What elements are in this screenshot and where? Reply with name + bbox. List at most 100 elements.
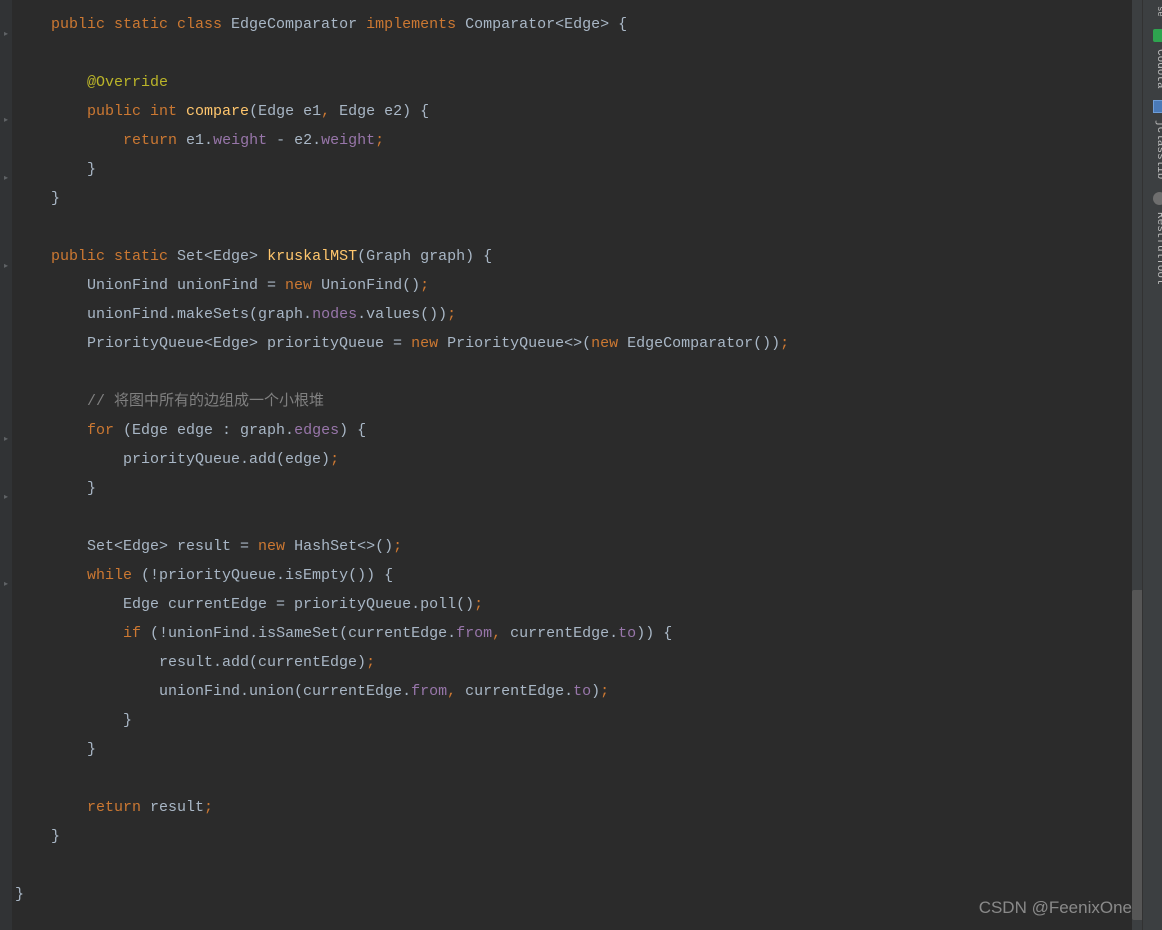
- code-token: ,: [492, 625, 510, 642]
- code-line[interactable]: [15, 764, 1130, 793]
- restfultool-label: RestfulTool: [1145, 212, 1162, 285]
- code-token: ;: [447, 306, 456, 323]
- code-token: result.add(currentEdge): [15, 654, 366, 671]
- jclasslib-icon: [1153, 100, 1162, 113]
- code-token: return: [123, 132, 186, 149]
- partial-label: se: [1145, 6, 1162, 17]
- code-token: EdgeComparator: [231, 16, 366, 33]
- code-line[interactable]: while (!priorityQueue.isEmpty()) {: [15, 561, 1130, 590]
- code-token: Edge currentEdge = priorityQueue.poll(): [15, 596, 474, 613]
- code-line[interactable]: result.add(currentEdge);: [15, 648, 1130, 677]
- code-line[interactable]: }: [15, 184, 1130, 213]
- code-token: weight: [213, 132, 276, 149]
- code-token: [15, 74, 87, 91]
- code-token: ;: [366, 654, 375, 671]
- code-token: while: [87, 567, 141, 584]
- sidebar-tab-restfultool[interactable]: RestfulTool: [1143, 186, 1162, 291]
- code-token: new: [591, 335, 627, 352]
- code-line[interactable]: }: [15, 706, 1130, 735]
- code-token: new: [411, 335, 447, 352]
- code-token: e1.: [186, 132, 213, 149]
- code-line[interactable]: }: [15, 155, 1130, 184]
- code-line[interactable]: // 将图中所有的边组成一个小根堆: [15, 387, 1130, 416]
- sidebar-tab-partial[interactable]: se: [1143, 0, 1162, 23]
- code-line[interactable]: }: [15, 735, 1130, 764]
- code-editor[interactable]: public static class EdgeComparator imple…: [0, 0, 1130, 930]
- code-token: [15, 799, 87, 816]
- code-token: (Edge edge : graph.: [123, 422, 294, 439]
- restfultool-icon: [1153, 192, 1162, 205]
- code-token: ): [591, 683, 600, 700]
- code-token: - e2.: [276, 132, 321, 149]
- code-token: }: [15, 886, 24, 903]
- right-tool-sidebar: se Codota jclasslib RestfulTool: [1142, 0, 1162, 930]
- code-line[interactable]: }: [15, 822, 1130, 851]
- code-token: ,: [447, 683, 465, 700]
- code-token: from: [456, 625, 492, 642]
- code-line[interactable]: priorityQueue.add(edge);: [15, 445, 1130, 474]
- code-token: ;: [330, 451, 339, 468]
- code-line[interactable]: unionFind.union(currentEdge.from, curren…: [15, 677, 1130, 706]
- code-token: nodes: [312, 306, 357, 323]
- code-line[interactable]: }: [15, 474, 1130, 503]
- code-token: ;: [375, 132, 384, 149]
- code-token: ;: [474, 596, 483, 613]
- code-token: UnionFind(): [321, 277, 420, 294]
- code-token: [15, 567, 87, 584]
- code-token: ;: [393, 538, 402, 555]
- code-token: [15, 393, 87, 410]
- code-token: EdgeComparator()): [627, 335, 780, 352]
- code-line[interactable]: public static class EdgeComparator imple…: [15, 10, 1130, 39]
- code-line[interactable]: [15, 503, 1130, 532]
- code-token: implements: [366, 16, 465, 33]
- code-line[interactable]: @Override: [15, 68, 1130, 97]
- code-token: Set<Edge> result =: [15, 538, 258, 555]
- code-line[interactable]: PriorityQueue<Edge> priorityQueue = new …: [15, 329, 1130, 358]
- code-line[interactable]: return e1.weight - e2.weight;: [15, 126, 1130, 155]
- code-line[interactable]: for (Edge edge : graph.edges) {: [15, 416, 1130, 445]
- code-token: new: [285, 277, 321, 294]
- code-token: new: [258, 538, 294, 555]
- code-line[interactable]: public int compare(Edge e1, Edge e2) {: [15, 97, 1130, 126]
- code-line[interactable]: [15, 213, 1130, 242]
- codota-icon: [1153, 29, 1162, 42]
- code-token: [15, 132, 123, 149]
- code-token: edges: [294, 422, 339, 439]
- code-token: (Graph graph) {: [357, 248, 492, 265]
- code-token: result: [150, 799, 204, 816]
- code-token: if: [123, 625, 150, 642]
- jclasslib-label: jclasslib: [1145, 120, 1162, 179]
- code-line[interactable]: [15, 358, 1130, 387]
- code-line[interactable]: Edge currentEdge = priorityQueue.poll();: [15, 590, 1130, 619]
- code-token: from: [411, 683, 447, 700]
- code-line[interactable]: Set<Edge> result = new HashSet<>();: [15, 532, 1130, 561]
- code-token: unionFind.makeSets(graph.: [15, 306, 312, 323]
- sidebar-tab-codota[interactable]: Codota: [1143, 23, 1162, 95]
- code-line[interactable]: [15, 39, 1130, 68]
- code-line[interactable]: public static Set<Edge> kruskalMST(Graph…: [15, 242, 1130, 271]
- code-line[interactable]: if (!unionFind.isSameSet(currentEdge.fro…: [15, 619, 1130, 648]
- code-line[interactable]: [15, 851, 1130, 880]
- code-token: public int: [87, 103, 186, 120]
- code-token: ;: [204, 799, 213, 816]
- code-token: for: [87, 422, 123, 439]
- code-token: HashSet<>(): [294, 538, 393, 555]
- code-token: )) {: [636, 625, 672, 642]
- code-line[interactable]: UnionFind unionFind = new UnionFind();: [15, 271, 1130, 300]
- code-token: [15, 625, 123, 642]
- code-token: public static: [51, 248, 177, 265]
- code-token: compare: [186, 103, 249, 120]
- code-token: return: [87, 799, 150, 816]
- code-token: currentEdge.: [510, 625, 618, 642]
- code-token: }: [15, 161, 96, 178]
- code-token: [15, 248, 51, 265]
- code-token: unionFind.union(currentEdge.: [15, 683, 411, 700]
- code-line[interactable]: return result;: [15, 793, 1130, 822]
- code-token: Edge e2) {: [339, 103, 429, 120]
- code-token: ,: [321, 103, 339, 120]
- code-token: to: [618, 625, 636, 642]
- code-token: ;: [600, 683, 609, 700]
- code-line[interactable]: unionFind.makeSets(graph.nodes.values())…: [15, 300, 1130, 329]
- code-line[interactable]: }: [15, 880, 1130, 909]
- sidebar-tab-jclasslib[interactable]: jclasslib: [1143, 94, 1162, 185]
